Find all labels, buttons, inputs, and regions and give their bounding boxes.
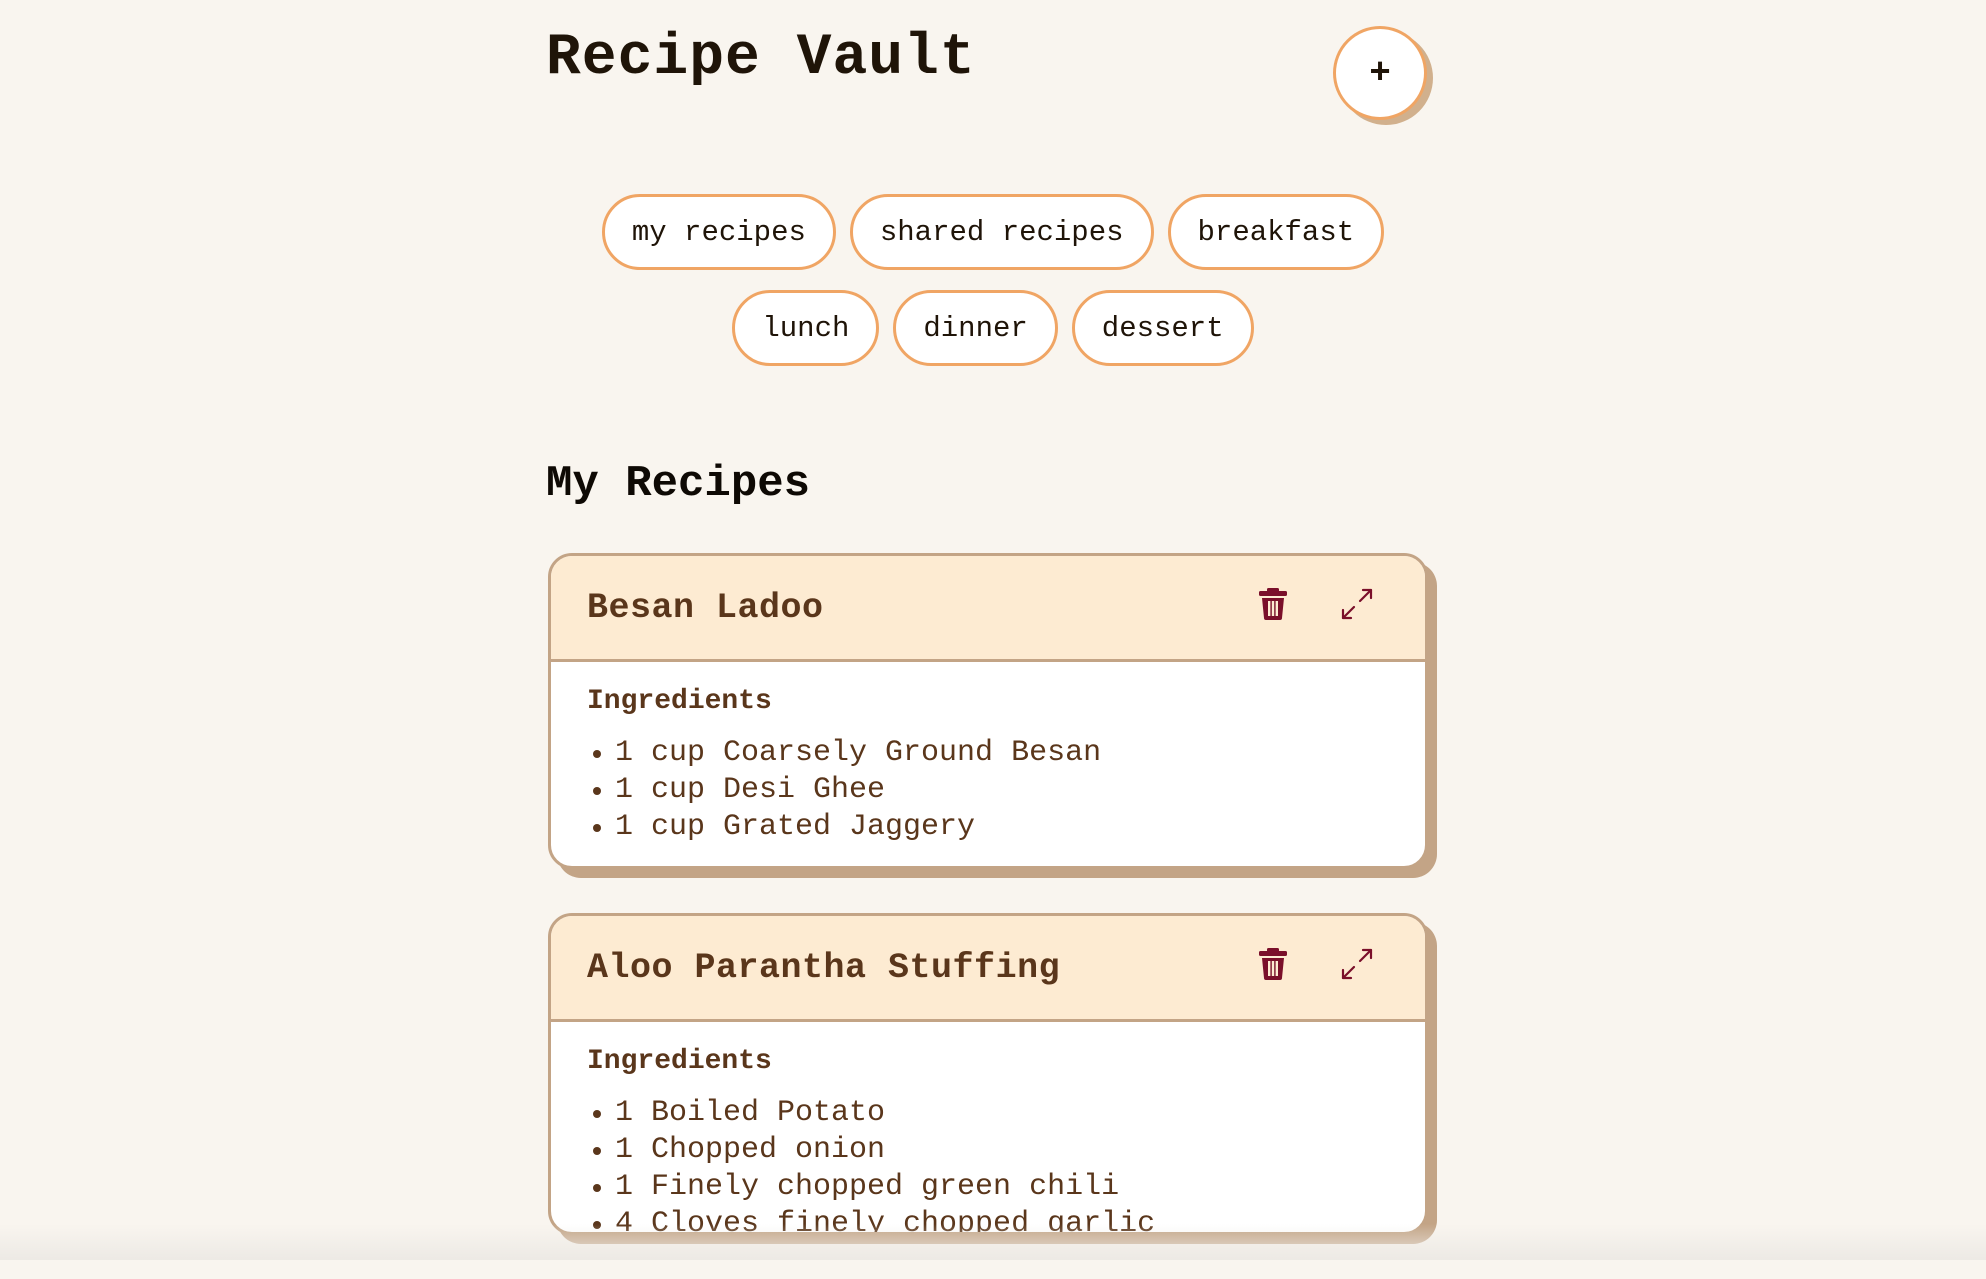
recipe-actions bbox=[1251, 942, 1379, 986]
bullet-icon bbox=[593, 823, 601, 832]
section-title: My Recipes bbox=[546, 459, 811, 509]
recipe-list: Besan Ladoo Ingredients 1 cup Coarsely G… bbox=[548, 553, 1428, 1279]
bullet-icon bbox=[593, 1146, 601, 1155]
filter-shared-recipes[interactable]: shared recipes bbox=[849, 194, 1154, 270]
recipe-card-body: Ingredients 1 Boiled Potato 1 Chopped on… bbox=[551, 1022, 1425, 1235]
ingredient-text: 1 Finely chopped green chili bbox=[615, 1170, 1120, 1204]
filter-dessert[interactable]: dessert bbox=[1071, 290, 1254, 366]
ingredient-item: 4 Cloves finely chopped garlic bbox=[593, 1206, 1389, 1235]
app-title: Recipe Vault bbox=[546, 26, 976, 91]
ingredients-heading: Ingredients bbox=[587, 686, 772, 717]
expand-icon[interactable] bbox=[1335, 942, 1379, 986]
add-recipe-button[interactable]: + bbox=[1333, 26, 1427, 120]
ingredient-list: 1 Boiled Potato 1 Chopped onion 1 Finely… bbox=[587, 1095, 1389, 1235]
header: Recipe Vault + bbox=[546, 0, 1440, 150]
filter-my-recipes[interactable]: my recipes bbox=[601, 194, 836, 270]
recipe-name: Aloo Parantha Stuffing bbox=[587, 947, 1061, 988]
ingredient-text: 1 Boiled Potato bbox=[615, 1096, 886, 1130]
filter-breakfast[interactable]: breakfast bbox=[1167, 194, 1385, 270]
ingredient-item: 1 Chopped onion bbox=[593, 1132, 1389, 1169]
ingredient-item: 1 Finely chopped green chili bbox=[593, 1169, 1389, 1206]
ingredient-item: 1 cup Coarsely Ground Besan bbox=[593, 735, 1389, 772]
ingredient-text: 1 cup Coarsely Ground Besan bbox=[615, 736, 1102, 770]
filter-lunch[interactable]: lunch bbox=[732, 290, 880, 366]
ingredient-list: 1 cup Coarsely Ground Besan 1 cup Desi G… bbox=[587, 735, 1389, 846]
trash-icon[interactable] bbox=[1251, 582, 1295, 626]
recipe-card-body: Ingredients 1 cup Coarsely Ground Besan … bbox=[551, 662, 1425, 866]
ingredient-item: 1 cup Desi Ghee bbox=[593, 772, 1389, 809]
recipe-card: Besan Ladoo Ingredients 1 cup Coarsely G… bbox=[548, 553, 1428, 869]
ingredient-item: 1 Boiled Potato bbox=[593, 1095, 1389, 1132]
ingredient-text: 1 cup Grated Jaggery bbox=[615, 810, 976, 844]
recipe-actions bbox=[1251, 582, 1379, 626]
bullet-icon bbox=[593, 1220, 601, 1229]
ingredient-text: 4 Cloves finely chopped garlic bbox=[615, 1207, 1156, 1235]
bullet-icon bbox=[593, 1109, 601, 1118]
page: Recipe Vault + my recipes shared recipes… bbox=[546, 0, 1440, 1235]
recipe-card-header: Besan Ladoo bbox=[551, 556, 1425, 662]
ingredients-heading: Ingredients bbox=[587, 1046, 772, 1077]
trash-icon[interactable] bbox=[1251, 942, 1295, 986]
filter-dinner[interactable]: dinner bbox=[893, 290, 1058, 366]
filter-chips: my recipes shared recipes breakfast lunc… bbox=[546, 194, 1440, 366]
recipe-card-header: Aloo Parantha Stuffing bbox=[551, 916, 1425, 1022]
expand-icon[interactable] bbox=[1335, 582, 1379, 626]
ingredient-item: 1 cup Grated Jaggery bbox=[593, 809, 1389, 846]
bullet-icon bbox=[593, 1183, 601, 1192]
recipe-card: Aloo Parantha Stuffing Ingredients 1 Boi… bbox=[548, 913, 1428, 1235]
recipe-name: Besan Ladoo bbox=[587, 587, 824, 628]
bullet-icon bbox=[593, 786, 601, 795]
bullet-icon bbox=[593, 749, 601, 758]
ingredient-text: 1 cup Desi Ghee bbox=[615, 773, 886, 807]
ingredient-text: 1 Chopped onion bbox=[615, 1133, 886, 1167]
